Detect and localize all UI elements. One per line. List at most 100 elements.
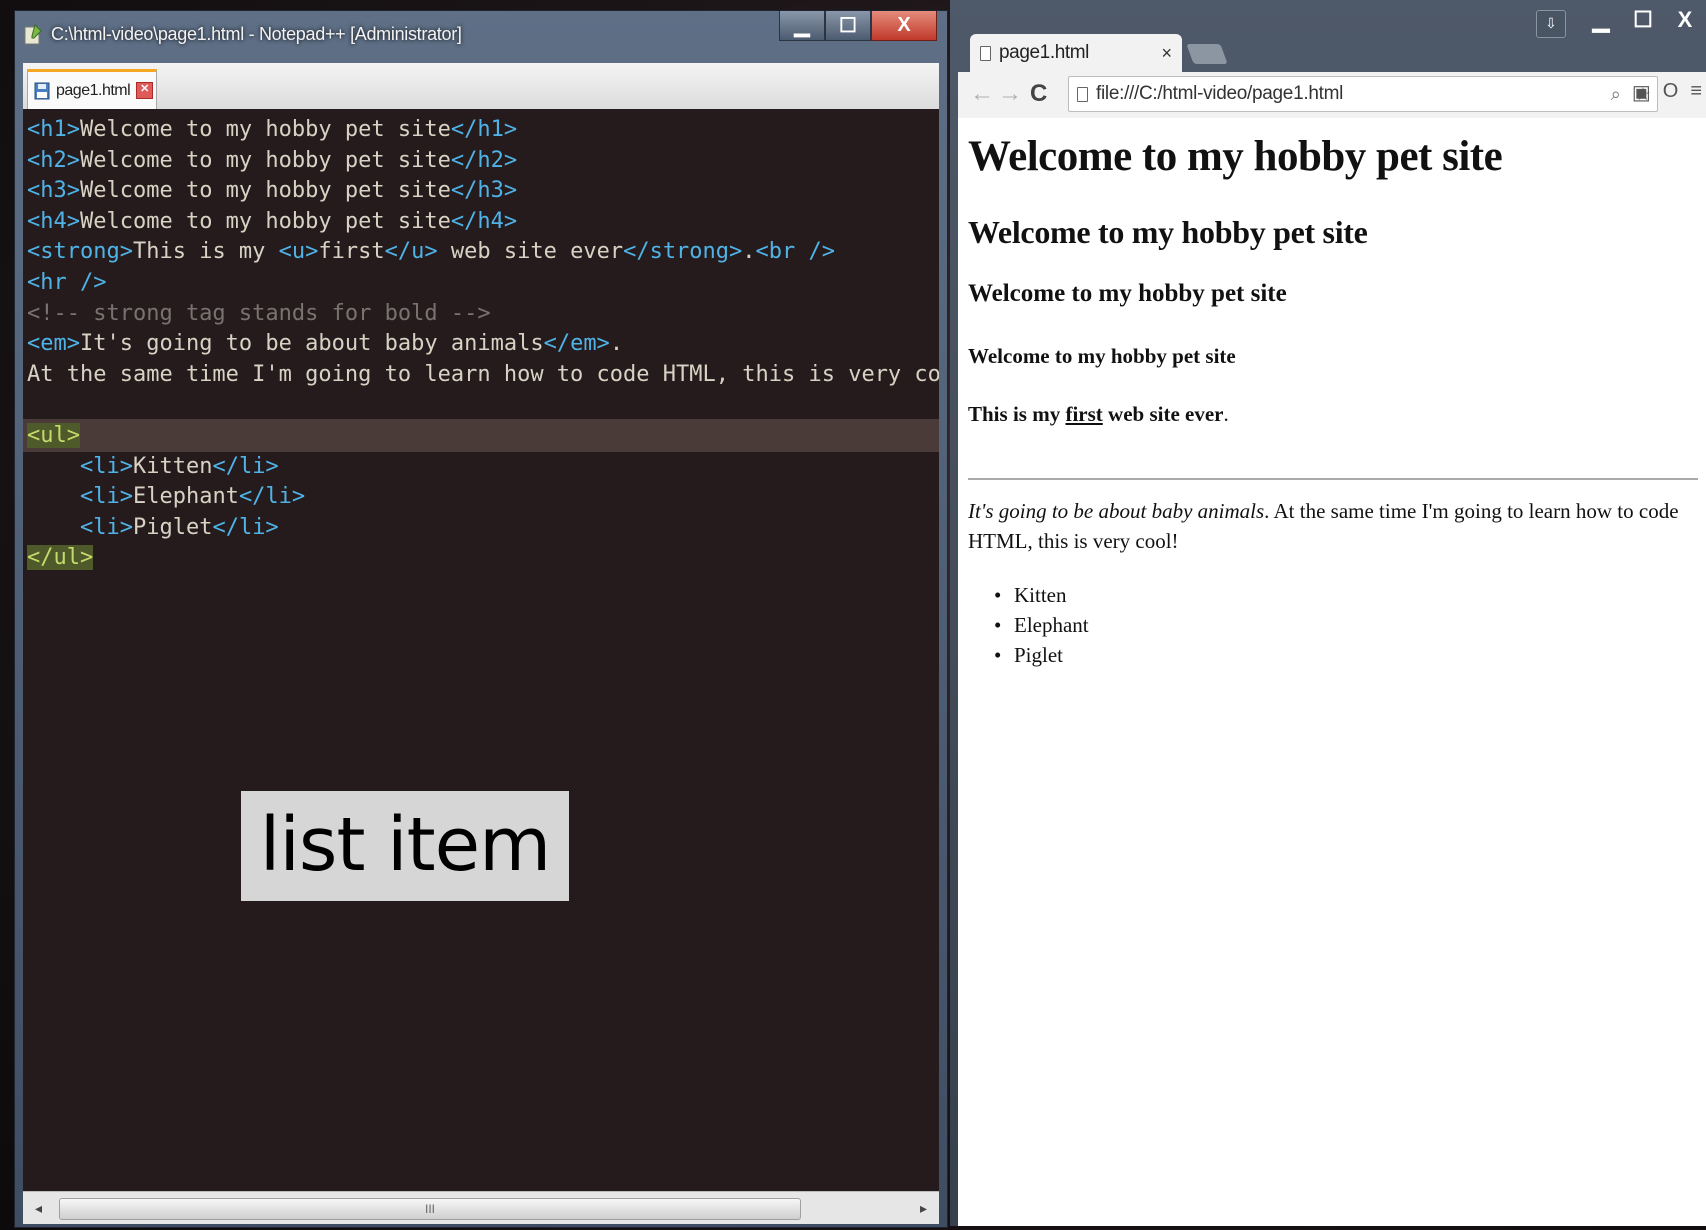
reload-icon[interactable]: C [1030,80,1047,108]
code-token: <em> [27,331,80,357]
code-line[interactable]: <ul> [23,419,939,452]
notepadpp-titlebar[interactable]: C:\html-video\page1.html - Notepad++ [Ad… [15,11,947,57]
minimize-icon[interactable]: ▁ [1580,4,1622,36]
code-line[interactable]: <li>Elephant</li> [23,480,939,513]
strong-after: web site ever [1102,402,1224,426]
code-line[interactable]: <!-- strong tag stands for bold --> [23,297,939,330]
notepadpp-tabbar: page1.html ✕ [23,63,939,110]
code-token: <h4> [27,208,80,234]
rendered-list: Kitten Elephant Piglet [994,580,1089,670]
code-line[interactable]: <strong>This is my <u>first</u> web site… [23,235,939,268]
chrome-window-controls: ▁ ☐ X [1580,4,1706,36]
rendered-hr [968,478,1698,480]
close-icon[interactable]: X [871,11,937,41]
notepadpp-window-controls: ▁ ☐ X [779,11,937,43]
new-tab-button[interactable] [1186,44,1228,64]
tab-page1-html[interactable]: page1.html ✕ [27,69,157,109]
code-line[interactable]: </ul> [23,541,939,574]
maximize-icon[interactable]: ☐ [1622,4,1664,36]
forward-arrow-icon[interactable]: → [998,80,1022,108]
page-viewport: Welcome to my hobby pet site Welcome to … [958,118,1706,1226]
profile-icon[interactable]: ⇩ [1536,10,1566,38]
list-item: Piglet [994,640,1089,670]
scroll-right-icon[interactable]: ▸ [920,1200,927,1217]
code-token: first [318,239,385,265]
code-token: Piglet [132,514,213,540]
code-token: Kitten [132,453,213,479]
list-item: Elephant [994,610,1089,640]
code-token: </li> [212,514,279,540]
horizontal-scrollbar[interactable]: ◂ III ▸ [23,1191,939,1224]
strong-period: . [1223,402,1229,426]
browser-tab-page1[interactable]: page1.html × [970,34,1182,72]
code-token: <li> [79,484,133,510]
url-text: file:///C:/html-video/page1.html [1096,83,1344,104]
chrome-window: ⇩ ▁ ☐ X page1.html × ← → C file:///C:/ht… [950,0,1706,1226]
extension-icon[interactable]: ▣ [1632,80,1651,105]
rendered-em: It's going to be about baby animals [968,499,1265,523]
code-token: <!-- strong tag stands for bold --> [27,300,491,326]
rendered-h3: Welcome to my hobby pet site [968,280,1287,307]
close-icon[interactable]: X [1664,4,1706,36]
code-line[interactable]: <hr /> [23,266,939,299]
code-token: <li> [79,514,133,540]
code-token: <h3> [27,178,80,204]
code-token: </h2> [450,147,518,173]
code-editor[interactable]: <h1>Welcome to my hobby pet site</h1> <h2… [23,109,939,1191]
code-token: <hr /> [27,270,107,295]
code-line[interactable]: At the same time I'm going to learn how … [23,358,939,391]
scrollbar-thumb[interactable]: III [59,1198,801,1220]
code-token: Welcome to my hobby pet site [79,147,451,173]
zoom-icon[interactable]: ⌕ [1611,84,1621,105]
code-line[interactable]: <h2>Welcome to my hobby pet site</h2> [23,144,939,177]
code-line[interactable]: <li>Kitten</li> [23,450,939,483]
code-token: <u> [278,239,319,265]
menu-icon[interactable]: ≡ [1690,80,1702,105]
code-line[interactable]: <h4>Welcome to my hobby pet site</h4> [23,205,939,238]
strong-before: This is my [968,402,1066,426]
minimize-icon[interactable]: ▁ [779,11,825,41]
browser-toolbar: ← → C file:///C:/html-video/page1.html ⌕… [958,72,1706,119]
rendered-h4: Welcome to my hobby pet site [968,344,1236,368]
code-token: . [742,239,756,265]
code-token: At the same time I'm going to learn how … [27,361,939,387]
code-token: It's going to be about baby animals [79,331,544,357]
code-token: Elephant [132,484,239,510]
tab-close-icon[interactable]: × [1161,43,1172,64]
page-icon [1077,86,1088,102]
scroll-left-icon[interactable]: ◂ [35,1200,42,1217]
code-token: </h4> [450,208,518,234]
address-bar[interactable]: file:///C:/html-video/page1.html ⌕ ☆ [1068,76,1658,112]
code-token: <ul> [27,423,80,448]
rendered-strong-line: This is my first web site ever. [968,402,1229,427]
code-token: </ul> [27,545,94,571]
code-token: </strong> [623,239,743,265]
code-token: <h1> [27,117,80,142]
code-line[interactable]: <h3>Welcome to my hobby pet site</h3> [23,174,939,207]
strong-underlined: first [1065,402,1103,426]
video-caption: list item [241,791,569,901]
code-token: This is my [132,239,279,265]
notepadpp-app-icon [24,24,42,45]
tab-close-icon[interactable]: ✕ [136,82,154,99]
opera-icon[interactable]: O [1663,80,1679,105]
maximize-icon[interactable]: ☐ [825,11,871,41]
rendered-h1: Welcome to my hobby pet site [968,133,1503,180]
code-line[interactable] [23,388,939,421]
browser-tab-label: page1.html [999,42,1090,63]
code-token: Welcome to my hobby pet site [79,208,451,234]
code-token: <strong> [27,239,133,265]
code-token: </u> [384,239,438,265]
code-token: </h3> [450,178,518,204]
code-line[interactable]: <li>Piglet</li> [23,511,939,544]
code-token: </h1> [450,117,518,142]
toolbar-extensions: ▣ O ≡ [1632,80,1702,105]
code-token: Welcome to my hobby pet site [79,178,451,204]
back-arrow-icon[interactable]: ← [970,80,994,108]
page-icon [980,45,991,61]
code-line[interactable]: <h1>Welcome to my hobby pet site</h1> [23,113,939,146]
code-line[interactable]: <em>It's going to be about baby animals<… [23,327,939,360]
code-token: <br /> [755,239,836,265]
